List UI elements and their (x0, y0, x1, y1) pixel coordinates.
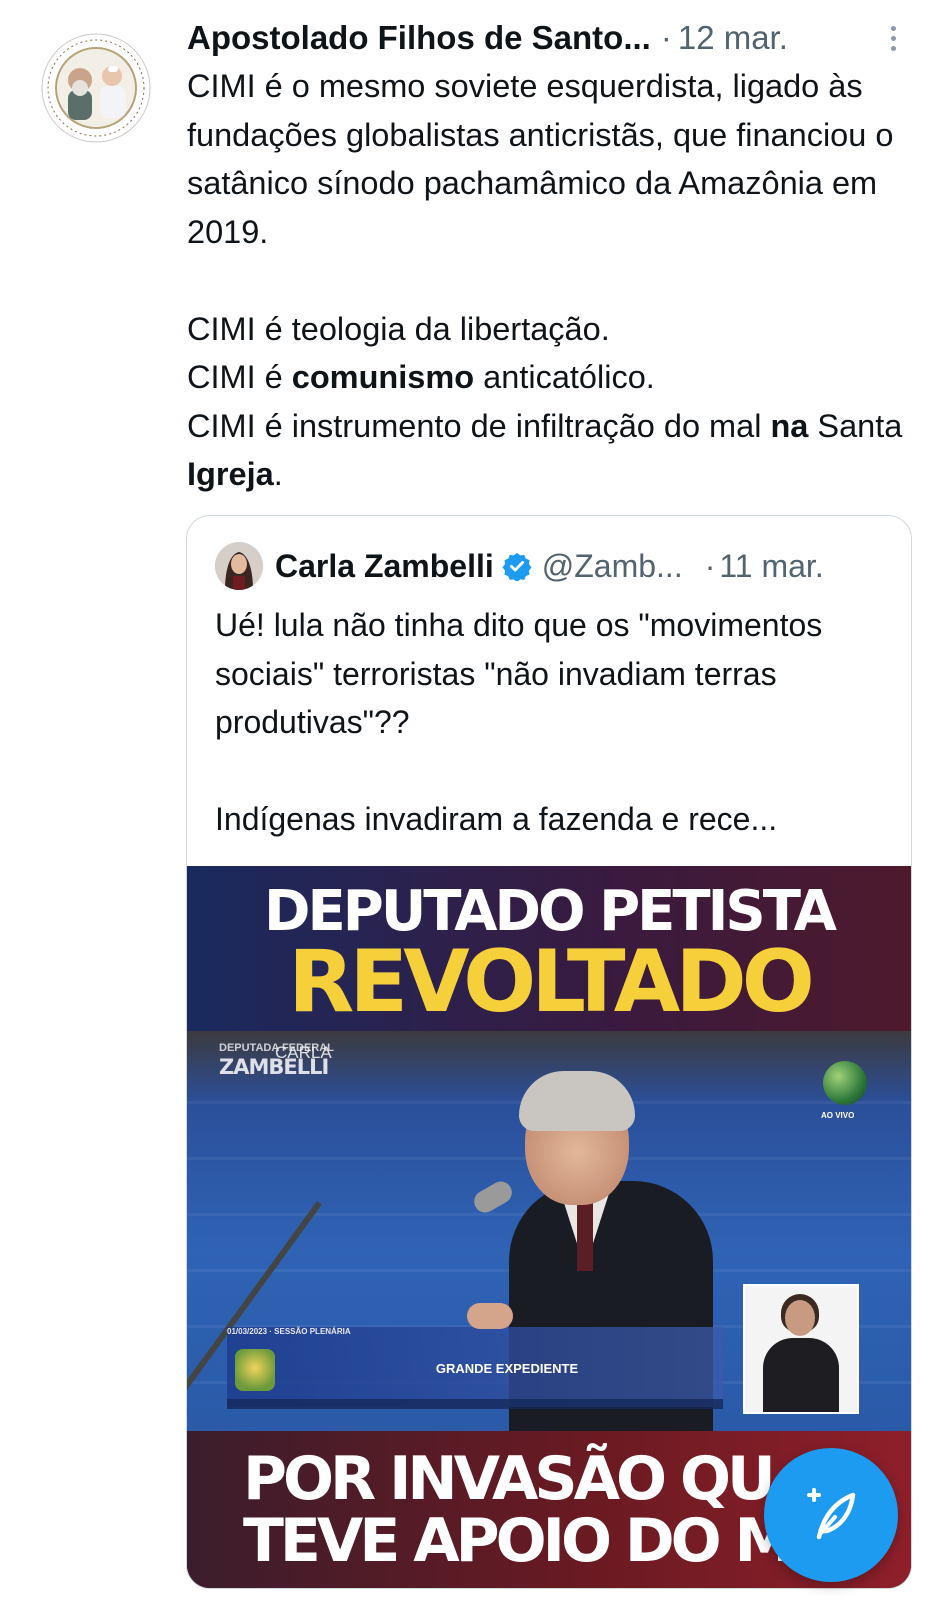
session-label: 01/03/2023 · SESSÃO PLENÁRIA (227, 1327, 351, 1336)
assembly-seal-icon (235, 1349, 275, 1391)
video-frame: DEPUTADA FEDERAL CARLA ZAMBELLI AO VIVO … (187, 1031, 911, 1431)
quoted-avatar-image (215, 542, 263, 590)
quoted-paragraph-1: Ué! lula não tinha dito que os "moviment… (215, 607, 823, 740)
quoted-author-avatar[interactable] (215, 542, 263, 590)
live-label: AO VIVO (821, 1111, 855, 1120)
post-date[interactable]: 12 mar. (678, 19, 788, 57)
compose-post-icon (807, 1488, 856, 1540)
sign-language-interpreter (743, 1284, 859, 1414)
post-line-4: CIMI é instrumento de infiltração do mal… (187, 407, 903, 493)
ticker-bar (227, 1399, 723, 1409)
post-header: Apostolado Filhos de Santo... · 12 mar. (187, 16, 917, 60)
post-line-3: CIMI é comunismo anticatólico. (187, 359, 655, 395)
quoted-post[interactable]: Carla Zambelli @Zamb... · 11 mar. Ué! lu… (186, 515, 912, 1589)
quoted-handle[interactable]: @Zamb... (542, 548, 683, 585)
verified-badge-icon (502, 552, 532, 581)
header-separator: · (660, 19, 672, 56)
author-name[interactable]: Apostolado Filhos de Santo... (187, 19, 651, 57)
author-avatar[interactable] (40, 32, 152, 144)
quoted-header: Carla Zambelli @Zamb... · 11 mar. (275, 544, 895, 588)
lower-third-label: GRANDE EXPEDIENTE (435, 1361, 579, 1376)
quoted-text: Ué! lula não tinha dito que os "moviment… (215, 601, 885, 844)
watermark-name: ZAMBELLI (219, 1055, 329, 1079)
quoted-author-name[interactable]: Carla Zambelli (275, 548, 494, 585)
post-text: CIMI é o mesmo soviete esquerdista, liga… (187, 62, 917, 499)
live-globe-icon (823, 1061, 867, 1105)
avatar-image (41, 33, 151, 143)
video-headline-main: REVOLTADO (288, 932, 815, 1032)
quoted-separator: · (704, 547, 716, 584)
compose-post-button[interactable] (764, 1448, 898, 1582)
more-options-button[interactable] (880, 18, 906, 58)
more-vertical-icon (890, 25, 896, 31)
quoted-date[interactable]: 11 mar. (719, 548, 823, 585)
video-headline-bottom-1: POR INVASÃO QU (243, 1444, 776, 1514)
post-paragraph-1: CIMI é o mesmo soviete esquerdista, liga… (187, 68, 894, 250)
quoted-paragraph-2: Indígenas invadiram a fazenda e rece... (215, 801, 778, 837)
video-headline-bottom-2: TEVE APOIO DO M (243, 1506, 794, 1576)
post-line-2: CIMI é teologia da libertação. (187, 310, 610, 347)
